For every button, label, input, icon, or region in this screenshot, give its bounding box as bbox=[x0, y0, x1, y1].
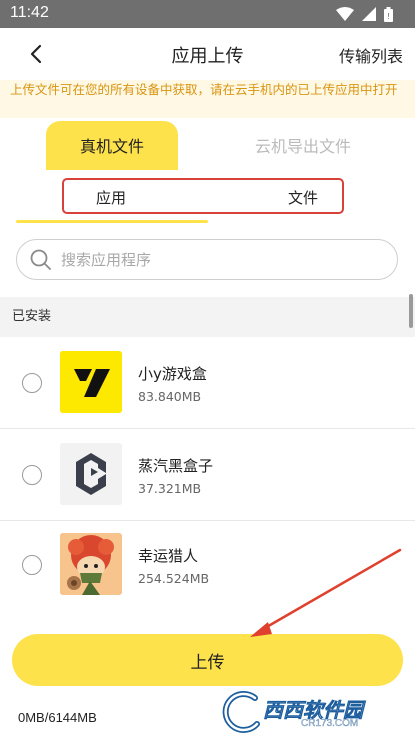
list-item[interactable]: 幸运猎人 254.524MB bbox=[0, 521, 415, 611]
list-item[interactable]: 蒸汽黑盒子 37.321MB bbox=[0, 429, 415, 520]
select-radio[interactable] bbox=[22, 373, 42, 393]
app-name: 蒸汽黑盒子 bbox=[138, 457, 214, 475]
app-size: 37.321MB bbox=[138, 481, 202, 496]
search-icon bbox=[30, 249, 51, 270]
hunter-character-icon bbox=[60, 533, 122, 595]
transfer-list-link[interactable]: 传输列表 bbox=[339, 43, 403, 67]
lucky-hunter-app-icon bbox=[60, 533, 122, 595]
subtab-active-indicator bbox=[16, 220, 208, 223]
scrollbar[interactable] bbox=[409, 294, 413, 328]
list-item[interactable]: 小y游戏盒 83.840MB bbox=[0, 337, 415, 428]
blackbox-logo-icon bbox=[60, 443, 122, 505]
watermark-domain: CR173.COM bbox=[301, 718, 359, 729]
storage-usage: 0MB/6144MB bbox=[18, 710, 97, 725]
header: 应用上传 传输列表 bbox=[0, 28, 415, 80]
battery-icon: ! bbox=[384, 6, 393, 22]
tab-cloud-exported-files[interactable]: 云机导出文件 bbox=[230, 121, 376, 172]
svg-text:!: ! bbox=[387, 12, 390, 21]
select-radio[interactable] bbox=[22, 555, 42, 575]
search-input[interactable] bbox=[61, 240, 381, 279]
app-name: 幸运猎人 bbox=[138, 547, 199, 565]
status-icons: ! bbox=[336, 6, 393, 22]
app-size: 254.524MB bbox=[138, 571, 210, 586]
signal-icon bbox=[362, 7, 376, 21]
subtab-files[interactable]: 文件 bbox=[288, 187, 318, 208]
select-radio[interactable] bbox=[22, 465, 42, 485]
watermark: 西西软件园 CR173.COM bbox=[215, 690, 395, 734]
section-installed-header: 已安装 bbox=[0, 297, 415, 337]
notice-banner: 上传文件可在您的所有设备中获取，请在云手机内的已上传应用中打开 bbox=[0, 80, 415, 118]
xiaoy-logo-icon bbox=[60, 351, 122, 413]
app-name: 小y游戏盒 bbox=[138, 365, 207, 383]
search-box[interactable] bbox=[16, 239, 398, 280]
app-size: 83.840MB bbox=[138, 389, 202, 404]
tab-device-files[interactable]: 真机文件 bbox=[46, 121, 178, 172]
upload-button[interactable]: 上传 bbox=[12, 634, 403, 686]
wifi-icon bbox=[336, 7, 354, 21]
subtab-apps[interactable]: 应用 bbox=[96, 187, 126, 208]
steam-blackbox-app-icon bbox=[60, 443, 122, 505]
status-time: 11:42 bbox=[10, 4, 49, 21]
status-bar: 11:42 ! bbox=[0, 0, 415, 28]
watermark-logo-icon bbox=[222, 691, 260, 733]
app-list: 小y游戏盒 83.840MB 蒸汽黑盒子 37.321MB 幸运猎人 254.5… bbox=[0, 337, 415, 611]
xiaoy-game-box-app-icon bbox=[60, 351, 122, 413]
